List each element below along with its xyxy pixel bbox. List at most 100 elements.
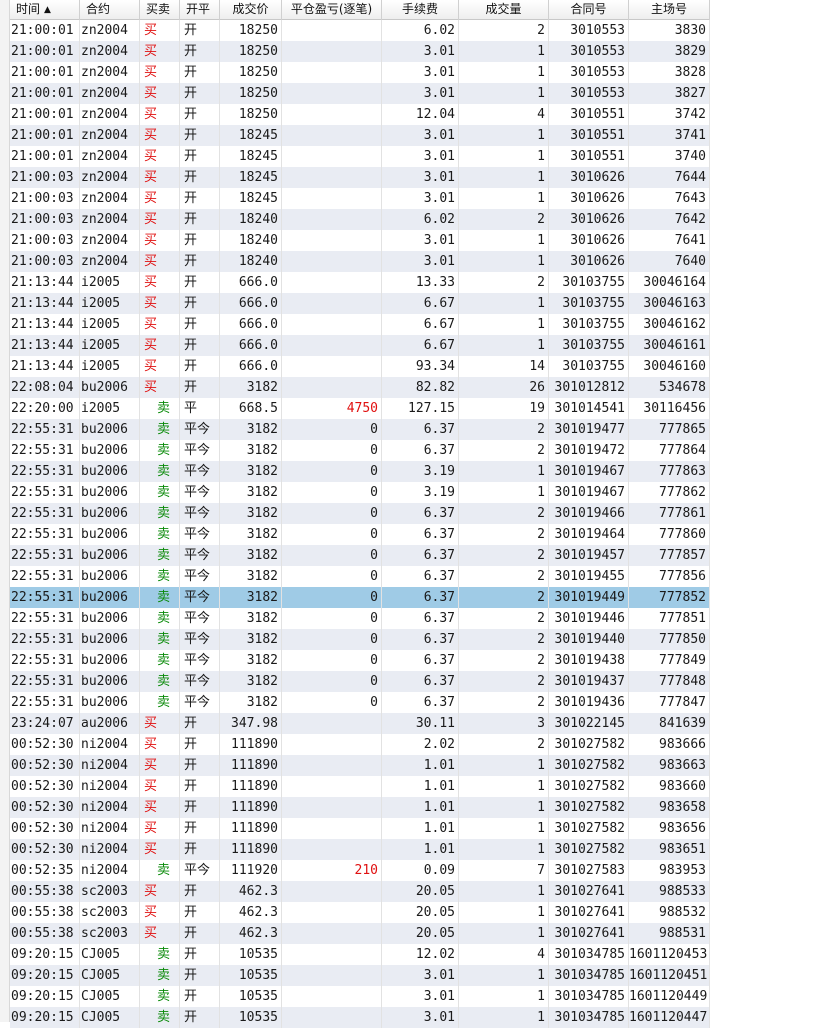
table-row[interactable]: 21:00:03 zn2004 买开 18240 6.02 2 3010626 7642 xyxy=(10,209,710,230)
table-row[interactable]: 21:13:44 i2005 买开 666.0 6.67 1 30103755 3004616… xyxy=(10,293,710,314)
cell-side: 买 xyxy=(140,377,180,398)
table-row[interactable]: 22:55:31 bu2006 卖平今 3182 0 6.37 2 301019466 7778… xyxy=(10,503,710,524)
table-row[interactable]: 21:00:01 zn2004 买开 18250 12.04 4 3010551 3742 xyxy=(10,104,710,125)
header-price[interactable]: 成交价 xyxy=(220,0,282,20)
cell-symbol: bu2006 xyxy=(80,482,140,503)
table-row[interactable]: 21:00:01 zn2004 买开 18250 3.01 1 3010553 3828 xyxy=(10,62,710,83)
cell-qty: 1 xyxy=(459,1007,549,1028)
cell-qty: 2 xyxy=(459,20,549,41)
cell-side: 买 xyxy=(140,818,180,839)
cell-match-no: 30116456 xyxy=(629,398,710,419)
table-row[interactable]: 21:00:01 zn2004 买开 18245 3.01 1 3010551 3741 xyxy=(10,125,710,146)
cell-contract-no: 30103755 xyxy=(549,314,629,335)
table-row[interactable]: 21:00:03 zn2004 买开 18245 3.01 1 3010626 7643 xyxy=(10,188,710,209)
header-time[interactable]: 时间 ▲ xyxy=(10,0,80,20)
table-row[interactable]: 00:55:38 sc2003 买开 462.3 20.05 1 301027641 9885… xyxy=(10,902,710,923)
header-match-no[interactable]: 主场号 xyxy=(629,0,710,20)
header-side[interactable]: 买卖 xyxy=(140,0,180,20)
trade-records-table[interactable]: 时间 ▲ 合约 买卖 开平 成交价 平仓盈亏(逐笔) 手续费 成交量 合同号 主场… xyxy=(10,0,710,1028)
table-row[interactable]: 22:55:31 bu2006 卖平今 3182 0 6.37 2 301019438 7778… xyxy=(10,650,710,671)
table-row[interactable]: 22:55:31 bu2006 卖平今 3182 0 6.37 2 301019464 7778… xyxy=(10,524,710,545)
table-row[interactable]: 00:52:30 ni2004 买开 111890 1.01 1 301027582 9836… xyxy=(10,818,710,839)
table-row[interactable]: 09:20:15 CJ005 卖开 10535 12.02 4 301034785 16011… xyxy=(10,944,710,965)
cell-qty: 1 xyxy=(459,902,549,923)
table-row[interactable]: 21:13:44 i2005 买开 666.0 13.33 2 30103755 300461… xyxy=(10,272,710,293)
table-row[interactable]: 22:55:31 bu2006 卖平今 3182 0 6.37 2 301019457 7778… xyxy=(10,545,710,566)
cell-fee: 1.01 xyxy=(382,839,459,860)
table-row[interactable]: 21:00:01 zn2004 买开 18250 6.02 2 3010553 3830 xyxy=(10,20,710,41)
table-row[interactable]: 21:00:01 zn2004 买开 18245 3.01 1 3010551 3740 xyxy=(10,146,710,167)
table-row[interactable]: 09:20:15 CJ005 卖开 10535 3.01 1 301034785 160112… xyxy=(10,986,710,1007)
table-row[interactable]: 21:00:01 zn2004 买开 18250 3.01 1 3010553 3829 xyxy=(10,41,710,62)
table-row[interactable]: 22:55:31 bu2006 卖平今 3182 0 6.37 2 301019446 7778… xyxy=(10,608,710,629)
table-body: 21:00:01 zn2004 买开 18250 6.02 2 3010553 3830 21:… xyxy=(10,20,710,1028)
cell-match-no: 988531 xyxy=(629,923,710,944)
cell-match-no: 777862 xyxy=(629,482,710,503)
table-row[interactable]: 23:24:07 au2006 买开 347.98 30.11 3 301022145 841… xyxy=(10,713,710,734)
table-row[interactable]: 22:55:31 bu2006 卖平今 3182 0 3.19 1 301019467 7778… xyxy=(10,482,710,503)
header-symbol[interactable]: 合约 xyxy=(80,0,140,20)
table-row[interactable]: 00:52:30 ni2004 买开 111890 1.01 1 301027582 9836… xyxy=(10,839,710,860)
cell-pnl xyxy=(282,881,382,902)
table-row[interactable]: 21:00:03 zn2004 买开 18240 3.01 1 3010626 7641 xyxy=(10,230,710,251)
header-fee[interactable]: 手续费 xyxy=(382,0,459,20)
table-row[interactable]: 21:00:01 zn2004 买开 18250 3.01 1 3010553 3827 xyxy=(10,83,710,104)
cell-open-close: 平今 xyxy=(180,692,220,713)
table-row[interactable]: 21:13:44 i2005 买开 666.0 93.34 14 30103755 30046… xyxy=(10,356,710,377)
table-row[interactable]: 22:08:04 bu2006 买开 3182 82.82 26 301012812 5346… xyxy=(10,377,710,398)
cell-side: 买 xyxy=(140,230,180,251)
cell-price: 111920 xyxy=(220,860,282,881)
header-contract-no[interactable]: 合同号 xyxy=(549,0,629,20)
cell-price: 3182 xyxy=(220,461,282,482)
cell-side: 买 xyxy=(140,734,180,755)
table-row[interactable]: 22:55:31 bu2006 卖平今 3182 0 6.37 2 301019436 7778… xyxy=(10,692,710,713)
table-row[interactable]: 00:52:30 ni2004 买开 111890 1.01 1 301027582 9836… xyxy=(10,797,710,818)
cell-pnl: 0 xyxy=(282,440,382,461)
cell-side: 卖 xyxy=(140,419,180,440)
cell-contract-no: 301019446 xyxy=(549,608,629,629)
table-row[interactable]: 22:55:31 bu2006 卖平今 3182 0 6.37 2 301019437 7778… xyxy=(10,671,710,692)
table-row[interactable]: 22:20:00 i2005 卖平 668.5 4750 127.15 19 30101454… xyxy=(10,398,710,419)
table-row[interactable]: 22:55:31 bu2006 卖平今 3182 0 3.19 1 301019467 7778… xyxy=(10,461,710,482)
cell-side: 卖 xyxy=(140,440,180,461)
header-pnl[interactable]: 平仓盈亏(逐笔) xyxy=(282,0,382,20)
table-row[interactable]: 22:55:31 bu2006 卖平今 3182 0 6.37 2 301019477 7778… xyxy=(10,419,710,440)
table-row[interactable]: 00:52:30 ni2004 买开 111890 1.01 1 301027582 9836… xyxy=(10,755,710,776)
table-row[interactable]: 22:55:31 bu2006 卖平今 3182 0 6.37 2 301019440 7778… xyxy=(10,629,710,650)
header-open-close[interactable]: 开平 xyxy=(180,0,220,20)
cell-qty: 1 xyxy=(459,230,549,251)
cell-fee: 0.09 xyxy=(382,860,459,881)
table-row[interactable]: 21:00:03 zn2004 买开 18240 3.01 1 3010626 7640 xyxy=(10,251,710,272)
table-row-selected[interactable]: 22:55:31 bu2006 卖平今 3182 0 6.37 2 301019449 7778… xyxy=(10,587,710,608)
table-row[interactable]: 00:55:38 sc2003 买开 462.3 20.05 1 301027641 9885… xyxy=(10,923,710,944)
table-row[interactable]: 09:20:15 CJ005 卖开 10535 3.01 1 301034785 160112… xyxy=(10,1007,710,1028)
table-row[interactable]: 22:55:31 bu2006 卖平今 3182 0 6.37 2 301019472 7778… xyxy=(10,440,710,461)
cell-fee: 3.01 xyxy=(382,965,459,986)
table-row[interactable]: 21:13:44 i2005 买开 666.0 6.67 1 30103755 3004616… xyxy=(10,335,710,356)
cell-open-close: 开 xyxy=(180,272,220,293)
table-row[interactable]: 00:52:30 ni2004 买开 111890 2.02 2 301027582 9836… xyxy=(10,734,710,755)
cell-contract-no: 3010626 xyxy=(549,251,629,272)
cell-price: 462.3 xyxy=(220,881,282,902)
header-qty[interactable]: 成交量 xyxy=(459,0,549,20)
cell-side: 卖 xyxy=(140,650,180,671)
table-row[interactable]: 09:20:15 CJ005 卖开 10535 3.01 1 301034785 160112… xyxy=(10,965,710,986)
cell-time: 21:00:01 xyxy=(10,125,80,146)
cell-open-close: 开 xyxy=(180,41,220,62)
table-row[interactable]: 00:55:38 sc2003 买开 462.3 20.05 1 301027641 9885… xyxy=(10,881,710,902)
table-row[interactable]: 21:13:44 i2005 买开 666.0 6.67 1 30103755 3004616… xyxy=(10,314,710,335)
table-row[interactable]: 00:52:35 ni2004 卖平今 111920 210 0.09 7 301027583… xyxy=(10,860,710,881)
cell-open-close: 开 xyxy=(180,923,220,944)
cell-match-no: 777847 xyxy=(629,692,710,713)
cell-side: 买 xyxy=(140,251,180,272)
cell-price: 10535 xyxy=(220,1007,282,1028)
cell-fee: 3.01 xyxy=(382,83,459,104)
cell-pnl xyxy=(282,293,382,314)
table-row[interactable]: 00:52:30 ni2004 买开 111890 1.01 1 301027582 9836… xyxy=(10,776,710,797)
cell-symbol: CJ005 xyxy=(80,944,140,965)
cell-open-close: 平今 xyxy=(180,545,220,566)
cell-symbol: bu2006 xyxy=(80,545,140,566)
cell-time: 00:55:38 xyxy=(10,902,80,923)
table-row[interactable]: 21:00:03 zn2004 买开 18245 3.01 1 3010626 7644 xyxy=(10,167,710,188)
table-row[interactable]: 22:55:31 bu2006 卖平今 3182 0 6.37 2 301019455 7778… xyxy=(10,566,710,587)
